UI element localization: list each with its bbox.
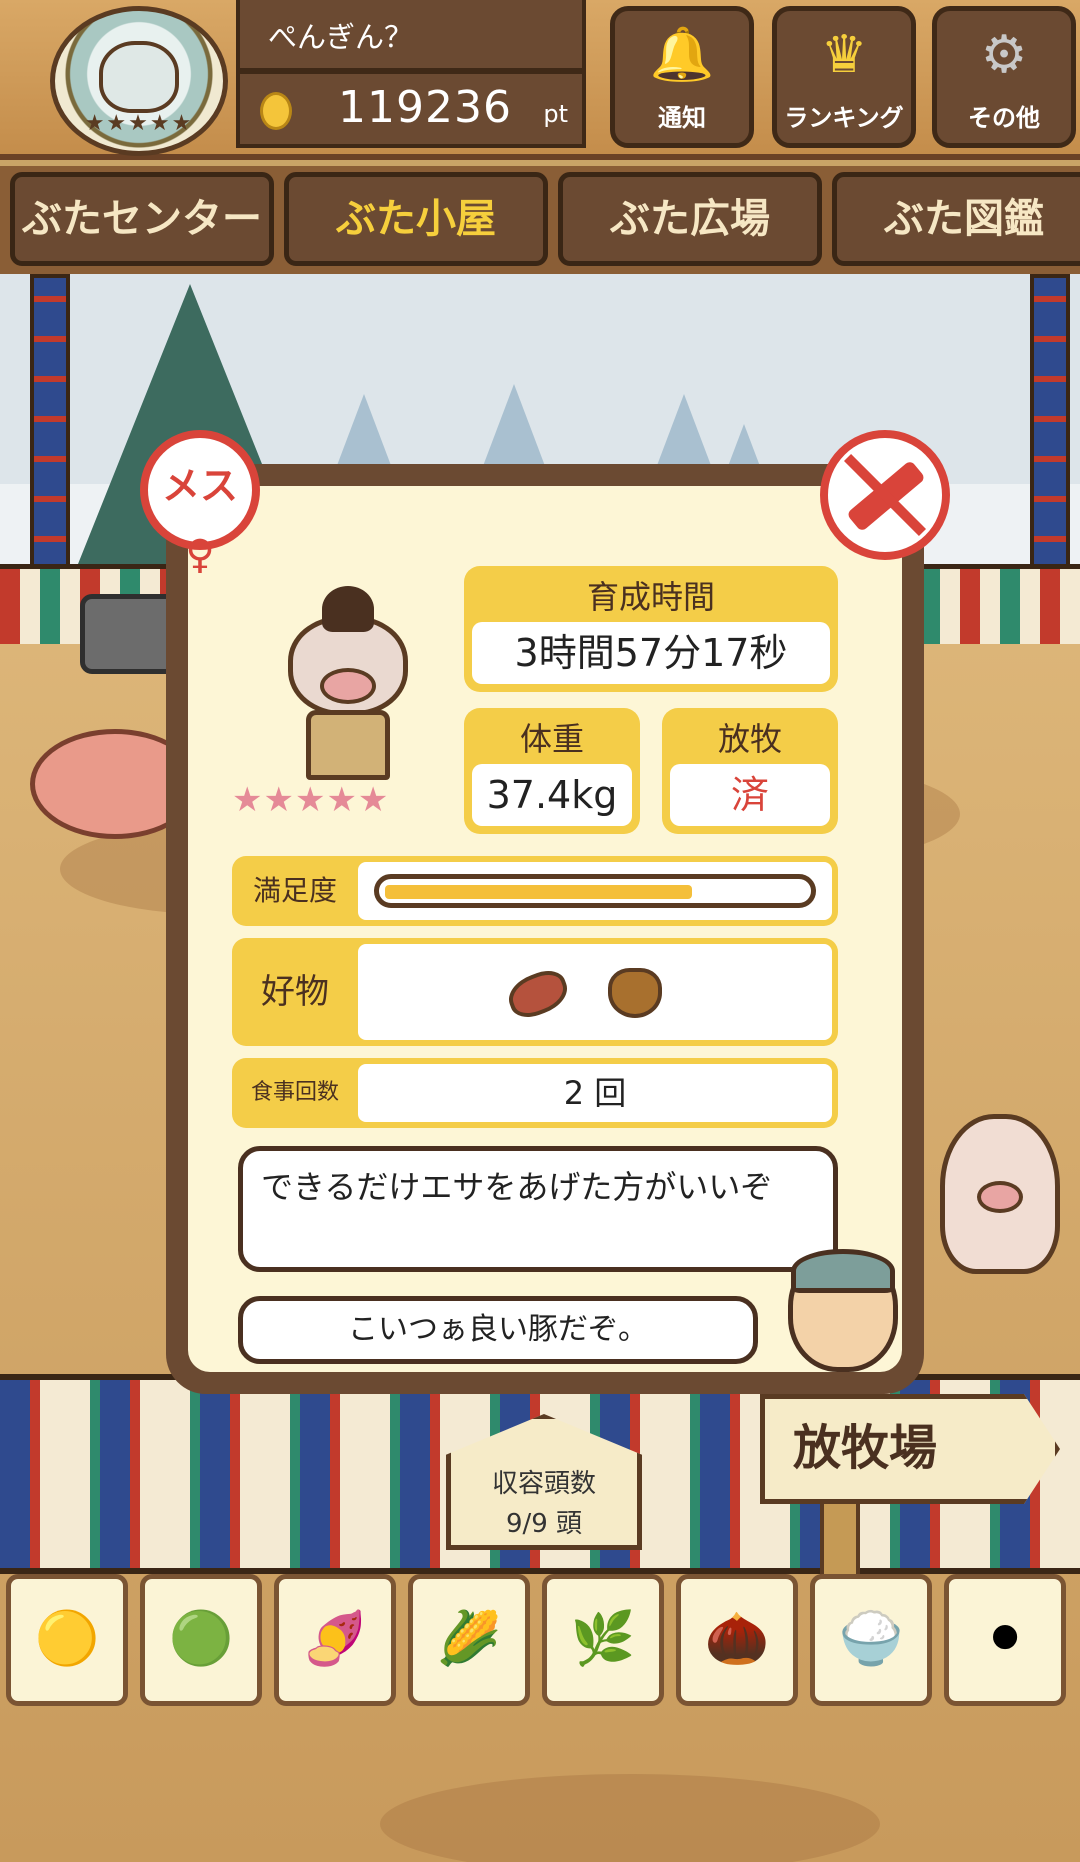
sweet-potato-icon <box>502 964 574 1024</box>
food-slot-beans[interactable]: 🌿 <box>542 1574 664 1706</box>
meals-body: 2 回 <box>358 1064 832 1122</box>
grazing-value: 済 <box>670 764 830 826</box>
coin-icon <box>260 92 292 130</box>
food-slot-corn[interactable]: 🌽 <box>408 1574 530 1706</box>
food-slot-plate-grain[interactable]: 🍚 <box>810 1574 932 1706</box>
points-unit: pt <box>543 100 568 128</box>
pasture-sign[interactable]: 放牧場 <box>760 1394 1060 1504</box>
meals-value: 2 回 <box>563 1074 627 1112</box>
food-slot-sweet-potato[interactable]: 🍠 <box>274 1574 396 1706</box>
tab-book[interactable]: ぶた図鑑 <box>832 172 1080 266</box>
favorite-body <box>358 944 832 1040</box>
raise-time-box: 育成時間 3時間57分17秒 <box>464 566 838 692</box>
mixed-grain-icon: 🟢 <box>168 1609 234 1669</box>
bell-icon: 🔔 <box>649 25 715 85</box>
crown-icon: ♛ <box>820 25 868 85</box>
weight-value: 37.4kg <box>472 764 632 826</box>
food-tray: 🟡 🟢 🍠 🌽 🌿 🌰 🍚 ⚫ <box>6 1574 1078 1714</box>
food-slot-acorn[interactable]: 🌰 <box>676 1574 798 1706</box>
notice-label: 通知 <box>658 104 706 132</box>
plate-grain-icon: 🍚 <box>838 1609 904 1669</box>
weight-box: 体重 37.4kg <box>464 708 640 834</box>
meals-label: 食事回数 <box>250 1080 339 1105</box>
food-slot-grain[interactable]: 🟡 <box>6 1574 128 1706</box>
pig-body <box>306 710 390 780</box>
other-button[interactable]: ⚙ その他 <box>932 6 1076 148</box>
player-name-panel: ぺんぎん？ <box>236 0 586 72</box>
grazing-label: 放牧 <box>717 720 782 758</box>
raise-time-label: 育成時間 <box>586 578 715 616</box>
notice-button[interactable]: 🔔 通知 <box>610 6 754 148</box>
corn-icon: 🌽 <box>436 1609 502 1669</box>
cap-icon <box>791 1249 895 1293</box>
beans-icon: 🌿 <box>570 1609 636 1669</box>
pig-snout <box>977 1181 1023 1213</box>
satisfaction-fill <box>385 885 692 899</box>
sweet-potato-icon: 🍠 <box>302 1609 368 1669</box>
satisfaction-row: 満足度 <box>232 856 838 926</box>
favorite-label: 好物 <box>261 972 329 1012</box>
main-tabs: ぶたセンター ぶた小屋 ぶた広場 ぶた図鑑 <box>0 166 1080 274</box>
badge-stars-icon: ★★★★★ <box>84 111 194 136</box>
advice-speech-bubble: できるだけエサをあげた方がいいぞ <box>238 1146 838 1272</box>
tree-icon <box>480 384 548 474</box>
raise-time-value: 3時間57分17秒 <box>472 622 830 684</box>
capacity-value: 9/9 頭 <box>505 1509 583 1539</box>
favorite-food-row: 好物 <box>232 938 838 1046</box>
food-slot-mixed-grain[interactable]: 🟢 <box>140 1574 262 1706</box>
pig-info-popup: ★★★★★ 育成時間 3時間57分17秒 体重 37.4kg 放牧 済 満足度 … <box>166 464 924 1394</box>
satisfaction-bar <box>374 874 816 908</box>
top-bar: ★★★★★ ぺんぎん？ 119236 pt 🔔 通知 ♛ ランキング ⚙ その他 <box>0 0 1080 160</box>
tab-center[interactable]: ぶたセンター <box>10 172 274 266</box>
ranking-label: ランキング <box>784 104 904 132</box>
ranking-button[interactable]: ♛ ランキング <box>772 6 916 148</box>
food-slot-dark-food[interactable]: ⚫ <box>944 1574 1066 1706</box>
no-vaccine-badge <box>820 430 950 560</box>
camera-icon[interactable] <box>80 594 180 674</box>
acorn-icon: 🌰 <box>704 1609 770 1669</box>
comment-speech-bubble: こいつぁ良い豚だぞ。 <box>238 1296 758 1364</box>
dark-food-icon: ⚫ <box>983 1609 1027 1669</box>
gear-icon: ⚙ <box>980 25 1028 85</box>
pig-info-panel: ★★★★★ 育成時間 3時間57分17秒 体重 37.4kg 放牧 済 満足度 … <box>188 486 902 1372</box>
other-label: その他 <box>968 104 1040 132</box>
points-panel: 119236 pt <box>236 72 586 148</box>
capacity-label: 収容頭数 <box>491 1469 596 1499</box>
star-rating: ★★★★★ <box>232 780 390 820</box>
player-name: ぺんぎん？ <box>268 20 414 54</box>
satisfaction-label: 満足度 <box>252 874 337 907</box>
profile-avatar[interactable]: ★★★★★ <box>50 6 228 156</box>
points-value: 119236 <box>338 82 512 133</box>
ground-shadow <box>380 1774 880 1862</box>
female-icon: ♀ <box>185 532 215 578</box>
acorn-icon <box>608 968 662 1018</box>
pig-snout <box>320 668 376 704</box>
pig-character[interactable] <box>940 1114 1060 1274</box>
pig-face-icon <box>99 41 179 113</box>
meals-row: 食事回数 2 回 <box>232 1058 838 1128</box>
grain-icon: 🟡 <box>34 1609 100 1669</box>
topknot-icon <box>322 586 374 632</box>
grazing-box: 放牧 済 <box>662 708 838 834</box>
satisfaction-body <box>358 862 832 920</box>
tab-hut[interactable]: ぶた小屋 <box>284 172 548 266</box>
weight-label: 体重 <box>519 720 584 758</box>
farmer-avatar <box>788 1249 898 1372</box>
pig-portrait <box>278 586 418 780</box>
tab-plaza[interactable]: ぶた広場 <box>558 172 822 266</box>
